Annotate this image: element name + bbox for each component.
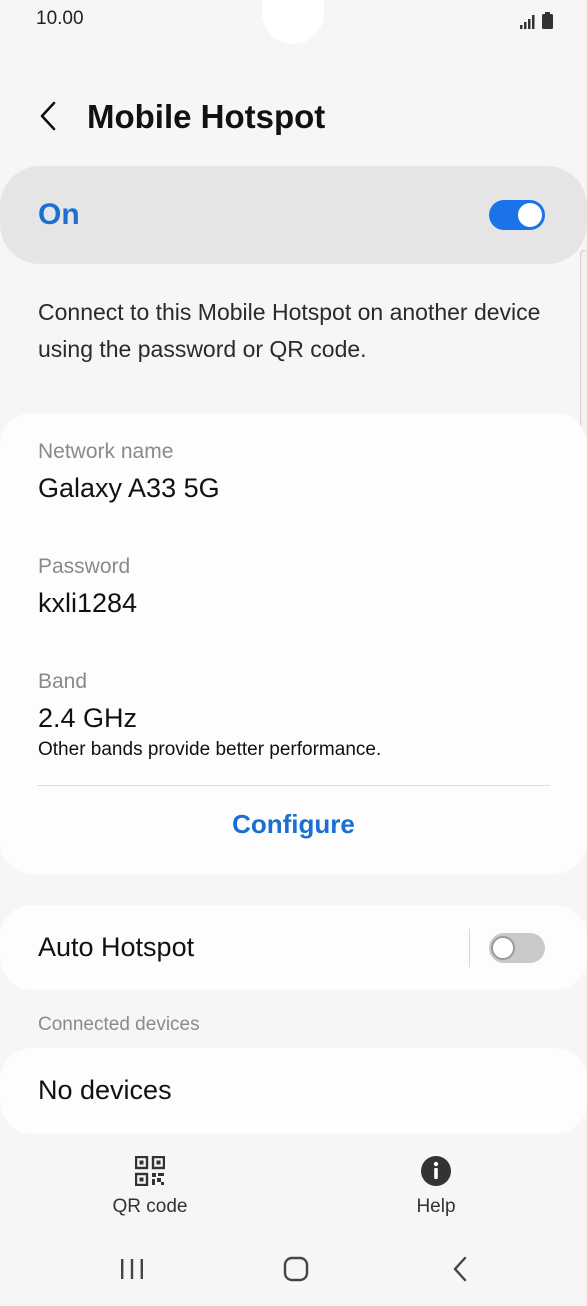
battery-icon [542, 12, 553, 34]
no-devices-label: No devices [38, 1075, 172, 1105]
network-name-label: Network name [38, 440, 174, 463]
auto-hotspot-toggle[interactable] [489, 933, 545, 963]
home-icon [283, 1256, 309, 1287]
toggle-knob [518, 203, 542, 227]
toggle-knob [491, 936, 515, 960]
hotspot-toggle[interactable] [489, 200, 545, 230]
home-button[interactable] [276, 1254, 316, 1288]
band-value: 2.4 GHz [38, 703, 138, 733]
configure-button[interactable]: Configure [0, 809, 587, 840]
network-name-value: Galaxy A33 5G [38, 473, 220, 503]
help-label: Help [416, 1196, 456, 1217]
camera-notch [262, 0, 324, 44]
recent-apps-button[interactable] [112, 1254, 152, 1288]
status-icons [520, 12, 553, 34]
band-label: Band [38, 670, 88, 693]
scroll-indicator [580, 250, 586, 436]
connected-devices-card: No devices [0, 1048, 587, 1134]
hotspot-details-card: Network name Galaxy A33 5G Password kxli… [0, 413, 587, 874]
password-label: Password [38, 555, 131, 578]
band-note: Other bands provide better performance. [38, 739, 382, 760]
back-icon [452, 1256, 468, 1287]
auto-hotspot-row[interactable]: Auto Hotspot [0, 905, 587, 990]
nav-back-button[interactable] [440, 1254, 480, 1288]
divider [37, 785, 550, 786]
back-button[interactable] [32, 98, 64, 138]
qr-code-icon [134, 1155, 166, 1191]
app-header: Mobile Hotspot [0, 84, 587, 154]
password-value: kxli1284 [38, 588, 138, 618]
master-switch-row[interactable]: On [0, 166, 587, 264]
mobile-hotspot-screen: 10.00 Mobile Hotspot On Connect to this … [0, 0, 587, 1306]
status-time: 10.00 [36, 8, 84, 29]
vertical-divider [469, 929, 470, 967]
page-title: Mobile Hotspot [87, 98, 326, 135]
master-switch-label: On [38, 198, 80, 231]
hotspot-description: Connect to this Mobile Hotspot on anothe… [38, 299, 541, 362]
status-bar: 10.00 [0, 0, 587, 44]
auto-hotspot-label: Auto Hotspot [38, 932, 195, 962]
recent-apps-icon [120, 1258, 144, 1285]
help-button[interactable]: Help [361, 1155, 511, 1218]
signal-icon [520, 15, 536, 34]
chevron-left-icon [39, 101, 57, 136]
info-icon [420, 1155, 452, 1192]
qr-code-button[interactable]: QR code [75, 1155, 225, 1218]
system-nav-bar [0, 1240, 587, 1300]
connected-devices-header: Connected devices [38, 1014, 200, 1035]
qr-code-label: QR code [112, 1196, 188, 1217]
